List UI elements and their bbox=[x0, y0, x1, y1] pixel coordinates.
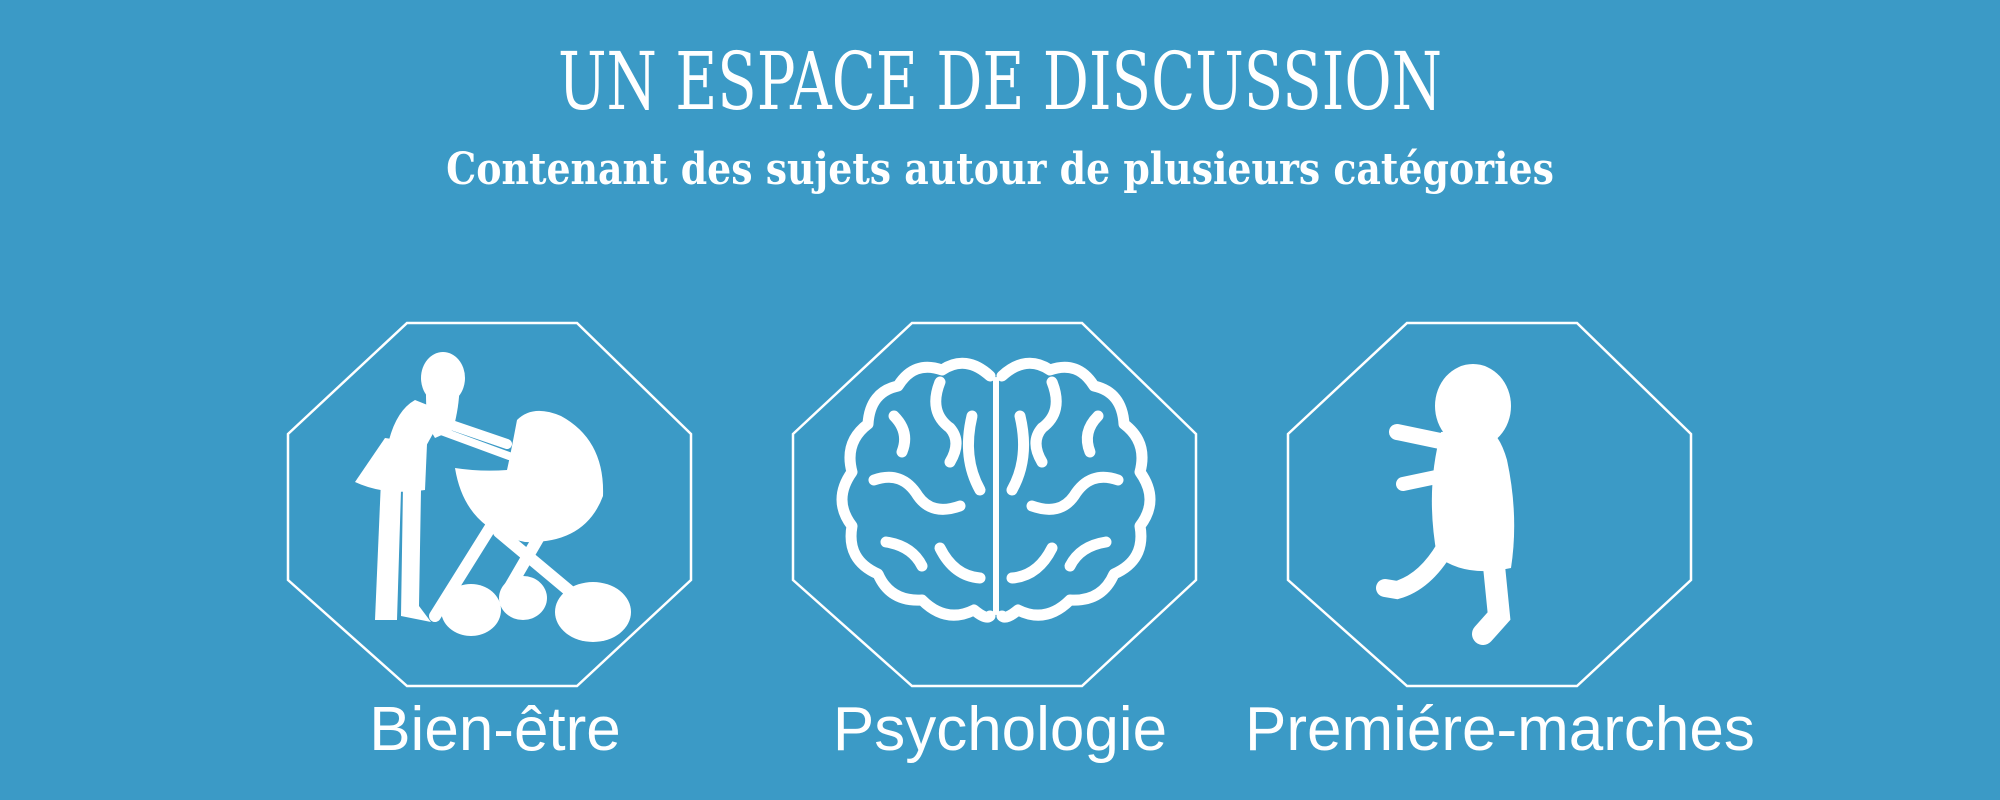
category-label-bien-etre: Bien-être bbox=[369, 695, 621, 764]
octagon-frame bbox=[286, 321, 693, 688]
toddler-walking-icon bbox=[1376, 364, 1515, 645]
category-label-premiere-marches: Premiére-marches bbox=[1245, 695, 1755, 764]
category-psychologie[interactable]: Psychologie bbox=[790, 320, 1210, 764]
category-bien-etre[interactable]: Bien-être bbox=[285, 320, 705, 764]
brain-icon bbox=[836, 357, 1156, 623]
banner-title: UN ESPACE DE DISCUSSION bbox=[557, 35, 1443, 128]
octagon-frame bbox=[791, 321, 1198, 688]
category-label-psychologie: Psychologie bbox=[832, 695, 1168, 764]
discussion-banner: UN ESPACE DE DISCUSSION Contenant des su… bbox=[0, 0, 2000, 800]
banner-subtitle: Contenant des sujets autour de plusieurs… bbox=[446, 144, 1554, 195]
mother-with-stroller-icon bbox=[355, 352, 631, 642]
category-premiere-marches[interactable]: Premiére-marches bbox=[1245, 320, 1755, 764]
octagon-frame bbox=[1286, 321, 1693, 688]
